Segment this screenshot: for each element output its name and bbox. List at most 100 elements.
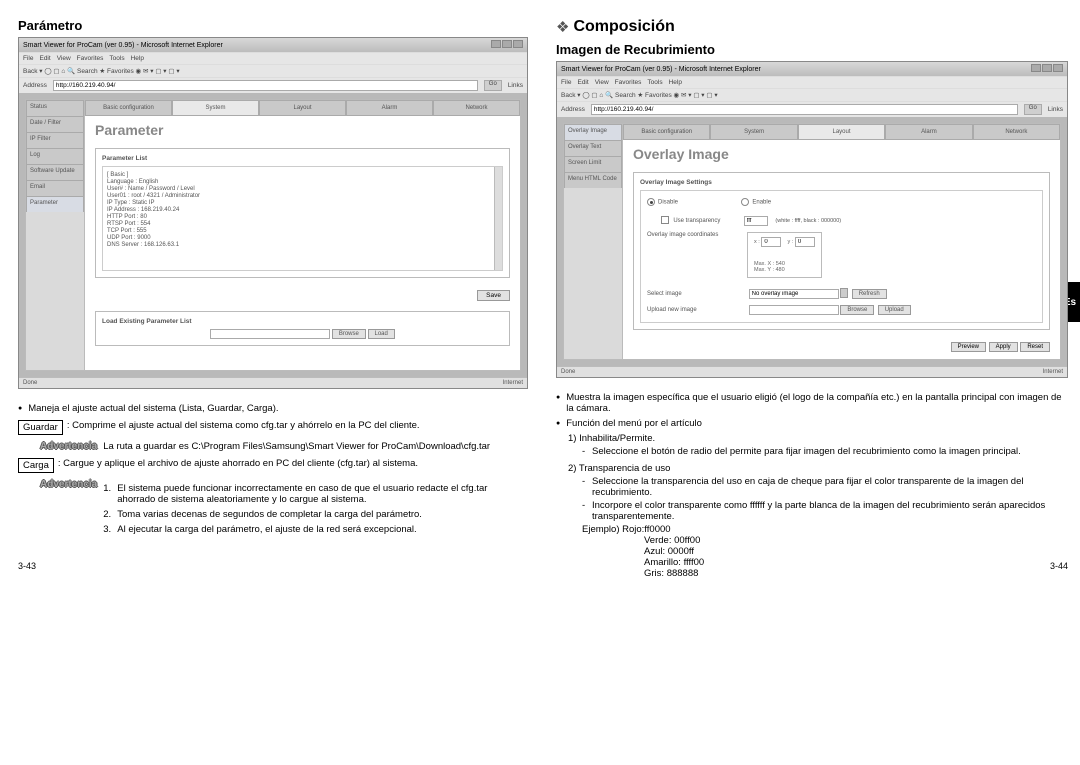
param-line: [ Basic ] (107, 172, 498, 178)
list-item: 2) Transparencia de uso (568, 463, 1068, 474)
window-controls (490, 40, 523, 50)
toolbar: Back ▾ ◯ ▢ ⌂ 🔍 Search ★ Favorites ◉ ✉ ▾ … (19, 64, 527, 77)
param-line: User01 : root / 4321 / Administrator (107, 193, 498, 199)
page-number: 3-43 (18, 561, 36, 571)
window-controls (1030, 64, 1063, 74)
page-number: 3-44 (1050, 561, 1068, 571)
sidebar-tab[interactable]: Overlay Text (564, 140, 622, 156)
right-page: ❖ Composición Imagen de Recubrimiento Sm… (556, 18, 1068, 579)
adv-item: El sistema puede funcionar incorrectamen… (117, 483, 528, 505)
color-line: Verde: 00ff00 (644, 535, 1068, 546)
top-tab[interactable]: Network (973, 124, 1060, 140)
left-page: Parámetro Smart Viewer for ProCam (ver 0… (18, 18, 528, 579)
carga-label: Carga (18, 458, 54, 473)
guardar-text: : Comprime el ajuste actual del sistema … (67, 420, 528, 435)
top-tab[interactable]: Basic configuration (85, 100, 172, 116)
sidebar-tab[interactable]: Parameter (26, 196, 84, 212)
advertencia-label: Advertencia (40, 479, 97, 490)
screenshot-parameter: Smart Viewer for ProCam (ver 0.95) - Mic… (18, 37, 528, 389)
panel-title: Parameter (85, 116, 520, 144)
param-line: DNS Server : 168.126.63.1 (107, 242, 498, 248)
param-line: Language : English (107, 179, 498, 185)
advertencia-text: La ruta a guardar es C:\Program Files\Sa… (103, 441, 528, 452)
top-tab[interactable]: System (710, 124, 797, 140)
address-bar: Address Go Links (557, 101, 1067, 117)
disable-radio[interactable] (647, 198, 655, 206)
status-right: Internet (1043, 369, 1063, 375)
color-input[interactable] (744, 216, 768, 226)
address-input[interactable] (591, 104, 1018, 115)
diamond-icon: ❖ (556, 18, 569, 36)
param-line: HTTP Port : 80 (107, 214, 498, 220)
screenshot-overlay: Smart Viewer for ProCam (ver 0.95) - Mic… (556, 61, 1068, 378)
bullet-text: Muestra la imagen específica que el usua… (556, 392, 1068, 414)
parameter-list-box: Parameter List [ Basic ]Language : Engli… (95, 148, 510, 278)
status-left: Done (561, 369, 575, 375)
bullet-text: Función del menú por el artículo (556, 418, 1068, 429)
top-tab[interactable]: Alarm (346, 100, 433, 116)
list-item: 1) Inhabilita/Permite. (568, 433, 1068, 444)
enable-radio[interactable] (741, 198, 749, 206)
param-line: UDP Port : 9000 (107, 235, 498, 241)
list-text: Seleccione el botón de radio del permite… (592, 446, 1021, 457)
panel-title: Overlay Image (623, 140, 1060, 168)
file-input[interactable] (210, 329, 330, 339)
go-button[interactable]: Go (484, 80, 502, 91)
browse-button[interactable]: Browse (332, 329, 366, 339)
top-tab[interactable]: Basic configuration (623, 124, 710, 140)
top-tab[interactable]: System (172, 100, 259, 116)
color-line: Amarillo: ffff00 (644, 557, 1068, 568)
refresh-button[interactable]: Refresh (852, 289, 887, 299)
sidebar-tab[interactable]: IP Filter (26, 132, 84, 148)
address-input[interactable] (53, 80, 478, 91)
transparency-checkbox[interactable] (661, 216, 669, 224)
sidebar-tab[interactable]: Screen Limit (564, 156, 622, 172)
status-right: Internet (503, 380, 523, 386)
coord-box: x : y : Max. X : 540 Max. Y : 480 (747, 232, 822, 278)
top-tab[interactable]: Alarm (885, 124, 972, 140)
adv-item: Toma varias decenas de segundos de compl… (117, 509, 422, 520)
param-line: RTSP Port : 554 (107, 221, 498, 227)
reset-button[interactable]: Reset (1020, 342, 1050, 352)
save-button[interactable]: Save (477, 290, 510, 301)
sidebar-tab[interactable]: Menu HTML Code (564, 172, 622, 188)
sidebar-tab[interactable]: Overlay Image (564, 124, 622, 140)
load-parameter-box: Load Existing Parameter List Browse Load (95, 311, 510, 346)
color-line: Gris: 888888 (644, 568, 1068, 579)
list-text: Seleccione la transparencia del uso en c… (592, 476, 1068, 498)
subsection-title: Imagen de Recubrimiento (556, 42, 1068, 57)
sidebar-tab[interactable]: Email (26, 180, 84, 196)
dropdown-icon[interactable] (840, 288, 848, 298)
list-text: Incorpore el color transparente como fff… (592, 500, 1068, 522)
carga-text: : Cargue y aplique el archivo de ajuste … (58, 458, 528, 473)
upload-button[interactable]: Upload (878, 305, 911, 315)
guardar-label: Guardar (18, 420, 63, 435)
advertencia-label: Advertencia (40, 441, 97, 452)
section-title: Parámetro (18, 18, 528, 33)
param-line: IP Address : 168.219.40.24 (107, 207, 498, 213)
sidebar-tab[interactable]: Status (26, 100, 84, 116)
param-line: User# : Name / Password / Level (107, 186, 498, 192)
sidebar-tab[interactable]: Date / Filter (26, 116, 84, 132)
color-line: Azul: 0000ff (644, 546, 1068, 557)
status-left: Done (23, 380, 37, 386)
preview-button[interactable]: Preview (951, 342, 986, 352)
toolbar: Back ▾ ◯ ▢ ⌂ 🔍 Search ★ Favorites ◉ ✉ ▾ … (557, 88, 1067, 101)
sidebar-tab[interactable]: Software Update (26, 164, 84, 180)
load-button[interactable]: Load (368, 329, 395, 339)
top-tab[interactable]: Network (433, 100, 520, 116)
overlay-settings-box: Overlay Image Settings Disable Enable (633, 172, 1050, 330)
top-tab[interactable]: Layout (798, 124, 885, 140)
window-title: Smart Viewer for ProCam (ver 0.95) - Mic… (561, 66, 761, 73)
apply-button[interactable]: Apply (989, 342, 1018, 352)
browse-button[interactable]: Browse (840, 305, 874, 315)
sidebar-tab[interactable]: Log (26, 148, 84, 164)
bullet-text: Maneja el ajuste actual del sistema (Lis… (18, 403, 528, 414)
select-image-input[interactable] (749, 289, 839, 299)
menu-bar: File Edit View Favorites Tools Help (557, 76, 1067, 88)
menu-bar: File Edit View Favorites Tools Help (19, 52, 527, 64)
adv-item: Al ejecutar la carga del parámetro, el a… (117, 524, 416, 535)
top-tab[interactable]: Layout (259, 100, 346, 116)
upload-input[interactable] (749, 305, 839, 315)
go-button[interactable]: Go (1024, 104, 1042, 115)
